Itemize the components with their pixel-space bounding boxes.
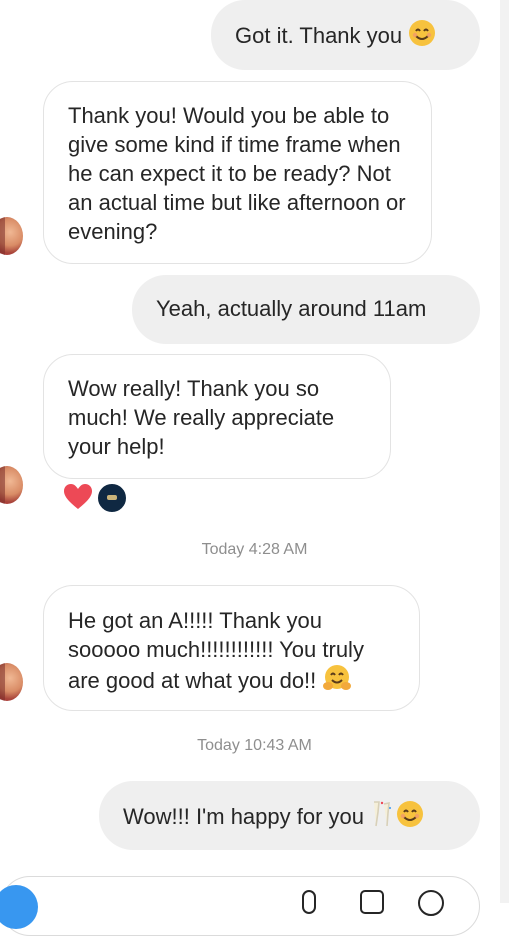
message-composer[interactable]: [0, 876, 480, 936]
timestamp: Today 4:28 AM: [201, 541, 308, 558]
gallery-icon[interactable]: [360, 890, 384, 914]
heart-reaction-icon[interactable]: [63, 483, 93, 516]
message-bubble-received[interactable]: Wow really! Thank you so much! We really…: [43, 354, 391, 479]
scroll-edge: [500, 0, 509, 903]
message-bubble-sent[interactable]: Wow!!! I'm happy for you: [99, 781, 480, 850]
profile-reaction-icon[interactable]: [96, 482, 128, 514]
contact-avatar[interactable]: [0, 663, 23, 701]
smiling-face-emoji-icon: [408, 19, 436, 47]
timestamp: Today 10:43 AM: [197, 737, 312, 754]
contact-avatar[interactable]: [0, 466, 23, 504]
smiling-face-emoji-icon: [396, 800, 424, 828]
hugging-face-emoji-icon: [322, 664, 352, 692]
message-text: Wow really! Thank you so much! We really…: [68, 376, 335, 459]
sticker-icon[interactable]: [418, 890, 444, 916]
message-text: Yeah, actually around 11am: [156, 296, 427, 321]
message-bubble-received[interactable]: Thank you! Would you be able to give som…: [43, 81, 432, 264]
message-text: He got an A!!!!! Thank you sooooo much!!…: [68, 608, 364, 693]
message-text: Thank you! Would you be able to give som…: [68, 103, 406, 244]
message-bubble-sent[interactable]: Yeah, actually around 11am: [132, 275, 480, 344]
message-bubble-received[interactable]: He got an A!!!!! Thank you sooooo much!!…: [43, 585, 420, 711]
message-text: Got it. Thank you: [235, 23, 403, 48]
microphone-icon[interactable]: [302, 890, 316, 914]
contact-avatar[interactable]: [0, 217, 23, 255]
message-bubble-sent[interactable]: Got it. Thank you: [211, 0, 480, 70]
champagne-emoji-icon: [370, 800, 394, 828]
message-text: Wow!!! I'm happy for you: [123, 804, 365, 829]
